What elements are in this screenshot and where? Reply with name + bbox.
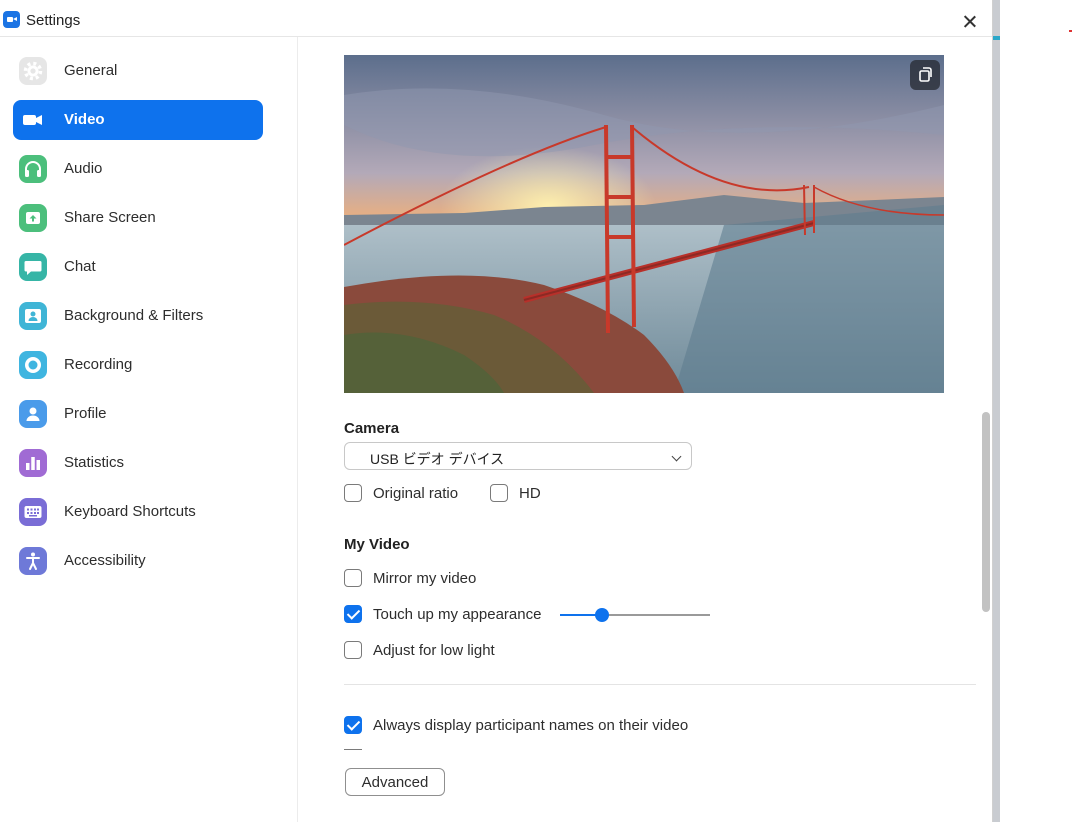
- user-icon: [19, 400, 47, 428]
- background-red-mark: [1069, 30, 1072, 32]
- sidebar-item-video[interactable]: Video: [13, 100, 263, 140]
- camera-select-value: USB ビデオ デバイス: [370, 451, 505, 467]
- slider-thumb[interactable]: [595, 608, 609, 622]
- sidebar-item-keyboard-shortcuts[interactable]: Keyboard Shortcuts: [13, 492, 263, 532]
- gear-icon: [19, 57, 47, 85]
- sidebar-item-recording[interactable]: Recording: [13, 345, 263, 385]
- chat-bubble-icon: [19, 253, 47, 281]
- background-person-icon: [19, 302, 47, 330]
- sidebar-item-label: Chat: [64, 258, 96, 275]
- title-bar: Settings: [0, 4, 992, 37]
- sidebar-item-label: General: [64, 62, 118, 79]
- share-screen-icon: [19, 204, 47, 232]
- advanced-button[interactable]: Advanced: [345, 768, 445, 796]
- low-light-checkbox[interactable]: [344, 641, 362, 659]
- record-icon: [19, 351, 47, 379]
- camera-preview: [344, 55, 944, 393]
- camera-select[interactable]: USB ビデオ デバイス: [344, 442, 692, 470]
- scrollbar-thumb[interactable]: [982, 412, 990, 612]
- background-window-edge: [993, 0, 1000, 822]
- sidebar-item-label: Audio: [64, 160, 103, 177]
- sidebar-item-background-filters[interactable]: Background & Filters: [13, 296, 263, 336]
- chevron-down-icon: [671, 451, 682, 462]
- mirror-video-checkbox[interactable]: [344, 569, 362, 587]
- original-ratio-checkbox[interactable]: [344, 484, 362, 502]
- content-scrollbar[interactable]: [981, 37, 991, 751]
- sidebar-item-profile[interactable]: Profile: [13, 394, 263, 434]
- sidebar-item-label: Keyboard Shortcuts: [64, 503, 196, 520]
- low-light-label: Adjust for low light: [373, 642, 495, 659]
- sidebar-item-label: Profile: [64, 405, 107, 422]
- video-camera-icon: [19, 106, 47, 134]
- close-icon[interactable]: [955, 8, 985, 34]
- settings-window: Settings General Video Audio Share Scree…: [0, 0, 993, 822]
- background-accent-mark: [993, 36, 1000, 40]
- sidebar-item-label: Share Screen: [64, 209, 156, 226]
- sidebar-item-label: Recording: [64, 356, 133, 373]
- section-divider: [344, 684, 976, 685]
- hd-checkbox[interactable]: [490, 484, 508, 502]
- keyboard-icon: [19, 498, 47, 526]
- headphones-icon: [19, 155, 47, 183]
- accessibility-icon: [19, 547, 47, 575]
- display-names-checkbox[interactable]: [344, 716, 362, 734]
- touch-up-slider[interactable]: [560, 605, 710, 625]
- sidebar-item-audio[interactable]: Audio: [13, 149, 263, 189]
- sidebar-item-label: Accessibility: [64, 552, 146, 569]
- partial-checkbox: [344, 749, 362, 752]
- hd-label: HD: [519, 485, 541, 502]
- sidebar-item-label: Statistics: [64, 454, 125, 471]
- camera-heading: Camera: [344, 420, 400, 437]
- sidebar-item-statistics[interactable]: Statistics: [13, 443, 263, 483]
- video-settings-panel: Camera USB ビデオ デバイス Original ratio HD My…: [298, 37, 992, 822]
- sidebar-item-label: Background & Filters: [64, 307, 204, 324]
- background-desktop: [993, 0, 1079, 822]
- sidebar-item-label: Video: [64, 111, 105, 128]
- display-names-label: Always display participant names on thei…: [373, 717, 689, 734]
- my-video-heading: My Video: [344, 536, 410, 553]
- sidebar-item-chat[interactable]: Chat: [13, 247, 263, 287]
- sidebar-item-share-screen[interactable]: Share Screen: [13, 198, 263, 238]
- original-ratio-label: Original ratio: [373, 485, 459, 502]
- rotate-camera-icon[interactable]: [910, 60, 940, 90]
- bar-chart-icon: [19, 449, 47, 477]
- window-title: Settings: [26, 12, 81, 29]
- touch-up-checkbox[interactable]: [344, 605, 362, 623]
- settings-sidebar: General Video Audio Share Screen Chat Ba…: [0, 37, 298, 822]
- mirror-video-label: Mirror my video: [373, 570, 477, 587]
- touch-up-label: Touch up my appearance: [373, 606, 542, 623]
- sidebar-item-general[interactable]: General: [13, 51, 263, 91]
- zoom-app-icon: [3, 11, 20, 28]
- sidebar-item-accessibility[interactable]: Accessibility: [13, 541, 263, 581]
